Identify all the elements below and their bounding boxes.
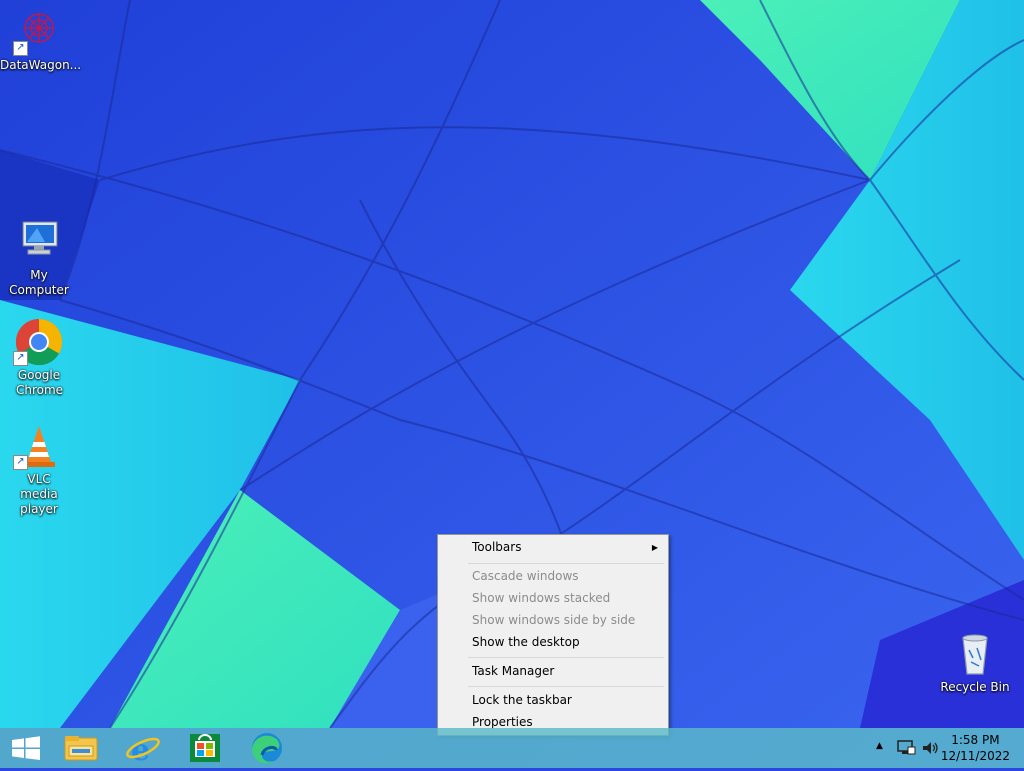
shortcut-arrow-icon: ↗ — [13, 41, 28, 56]
menu-item-label: Show the desktop — [472, 635, 580, 649]
desktop-icon-label: Google Chrome — [16, 368, 64, 397]
desktop-icon-label: Recycle Bin — [940, 680, 1010, 694]
taskbar-context-menu: Toolbars ▶ Cascade windows Show windows … — [437, 534, 669, 736]
menu-item-lock-taskbar[interactable]: Lock the taskbar — [440, 690, 666, 711]
desktop-icon-label: My Computer — [9, 268, 69, 297]
menu-item-show-windows-stacked[interactable]: Show windows stacked — [440, 588, 666, 609]
menu-item-cascade-windows[interactable]: Cascade windows — [440, 566, 666, 587]
start-icon — [12, 736, 40, 760]
store-button[interactable] — [178, 728, 232, 768]
store-icon — [190, 734, 220, 762]
shortcut-arrow-icon: ↗ — [13, 455, 28, 470]
menu-item-label: Show windows stacked — [472, 591, 611, 605]
desktop-icon-label: VLC media player — [20, 472, 58, 516]
menu-item-task-manager[interactable]: Task Manager — [440, 661, 666, 682]
menu-item-label: Task Manager — [472, 664, 555, 678]
menu-item-label: Show windows side by side — [472, 613, 636, 627]
desktop-icon-vlc[interactable]: ↗ VLC media player — [0, 422, 78, 517]
taskbar[interactable]: e ▲ 1:58 PM 12/11/2022 — [0, 728, 1024, 768]
file-explorer-icon — [64, 736, 98, 761]
edge-icon — [252, 733, 282, 764]
recycle-bin-icon — [951, 630, 999, 678]
menu-separator — [468, 686, 664, 687]
menu-separator — [468, 563, 664, 564]
menu-item-show-windows-side-by-side[interactable]: Show windows side by side — [440, 610, 666, 631]
vlc-icon: ↗ — [13, 422, 63, 470]
internet-explorer-icon: e — [126, 733, 160, 768]
desktop-icon-my-computer[interactable]: My Computer — [0, 218, 78, 298]
datawagon-icon: ↗ — [13, 8, 63, 56]
chevron-up-icon[interactable]: ▲ — [876, 741, 883, 751]
chrome-icon: ↗ — [13, 318, 63, 366]
edge-button[interactable] — [240, 728, 294, 768]
menu-item-label: Cascade windows — [472, 569, 579, 583]
volume-icon[interactable] — [920, 738, 940, 758]
desktop-icon-datawagon[interactable]: ↗ DataWagon... — [0, 8, 82, 73]
menu-separator — [468, 657, 664, 658]
desktop-icon-google-chrome[interactable]: ↗ Google Chrome — [0, 318, 78, 398]
clock[interactable]: 1:58 PM 12/11/2022 — [941, 732, 1010, 764]
menu-item-label: Lock the taskbar — [472, 693, 572, 707]
network-icon[interactable] — [896, 738, 916, 758]
file-explorer-button[interactable] — [54, 728, 108, 768]
desktop-icon-recycle-bin[interactable]: Recycle Bin — [936, 630, 1014, 695]
desktop-icon-label: DataWagon... — [0, 58, 82, 72]
clock-date: 12/11/2022 — [940, 749, 1010, 763]
shortcut-arrow-icon: ↗ — [13, 351, 28, 366]
svg-text:e: e — [131, 733, 150, 768]
computer-icon — [15, 218, 63, 266]
menu-item-show-desktop[interactable]: Show the desktop — [440, 632, 666, 653]
clock-time: 1:58 PM — [951, 733, 1000, 747]
menu-item-label: Toolbars — [472, 540, 522, 554]
start-button[interactable] — [0, 728, 54, 768]
internet-explorer-button[interactable]: e — [116, 728, 170, 768]
menu-item-label: Properties — [472, 715, 533, 729]
system-tray: ▲ — [870, 728, 950, 768]
submenu-arrow-icon: ▶ — [651, 543, 658, 552]
menu-item-toolbars[interactable]: Toolbars ▶ — [440, 537, 666, 558]
